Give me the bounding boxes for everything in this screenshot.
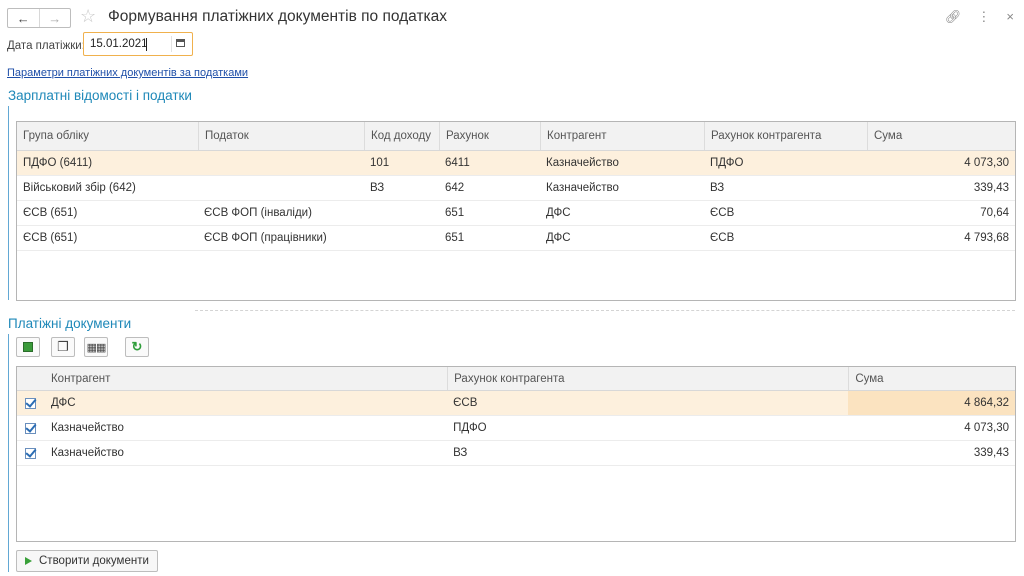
cell-cp-account: ВЗ xyxy=(453,447,468,459)
col-header-sum[interactable]: Сума xyxy=(848,367,1015,390)
col-header-cp-account[interactable]: Рахунок контрагента xyxy=(447,367,848,390)
cell-group: ЄСВ (651) xyxy=(23,207,78,219)
nav-buttons: ← → xyxy=(7,8,71,28)
params-link[interactable]: Параметри платіжних документів за податк… xyxy=(7,67,248,79)
cell-cp-account: ПДФО xyxy=(453,422,487,434)
cell-account: 651 xyxy=(445,232,465,244)
cell-counterparty: ДФС xyxy=(50,397,76,409)
col-header-tax[interactable]: Податок xyxy=(198,122,364,150)
col-header-counterparty[interactable]: Контрагент xyxy=(540,122,704,150)
divider xyxy=(195,310,1015,311)
row-checkbox[interactable] xyxy=(17,391,45,415)
payroll-table: Група обліку Податок Код доходу Рахунок … xyxy=(16,121,1016,301)
window-title: Формування платіжних документів по подат… xyxy=(108,8,448,25)
cell-counterparty: Казначейство xyxy=(546,157,619,169)
cell-account: 642 xyxy=(445,182,465,194)
cell-cp-account: ПДФО xyxy=(710,157,744,169)
cell-cp-account: ЄСВ xyxy=(710,232,735,244)
cell-tax: ЄСВ ФОП (інваліди) xyxy=(204,207,312,219)
table-row[interactable]: Казначейство ВЗ 339,43 xyxy=(17,441,1015,466)
play-icon xyxy=(25,557,32,565)
cell-code xyxy=(364,201,439,225)
payroll-section-title: Зарплатні відомості і податки xyxy=(8,88,192,103)
cell-cp-account: ВЗ xyxy=(710,182,725,194)
cell-account: 6411 xyxy=(445,157,470,169)
forward-arrow-icon[interactable]: → xyxy=(38,9,71,27)
payments-section-title: Платіжні документи xyxy=(8,316,132,331)
cell-tax xyxy=(198,176,364,200)
cell-account: 651 xyxy=(445,207,465,219)
cell-sum: 4 864,32 xyxy=(848,391,1015,415)
section-accent-bar xyxy=(8,334,9,572)
title-actions: 🔗︎ ⋮ × xyxy=(945,9,1014,25)
cell-cp-account: ЄСВ xyxy=(710,207,735,219)
back-arrow-icon[interactable]: ← xyxy=(8,9,39,27)
table-row[interactable]: ЄСВ (651) ЄСВ ФОП (працівники) 651 ДФС Є… xyxy=(17,226,1015,251)
cell-sum: 339,43 xyxy=(973,447,1009,459)
cell-tax: ЄСВ ФОП (працівники) xyxy=(204,232,327,244)
row-checkbox[interactable] xyxy=(17,416,45,440)
refresh-button[interactable]: ↻ xyxy=(125,337,149,357)
date-label: Дата платіжки: xyxy=(7,40,85,52)
toggle-icon: ▦▦ xyxy=(86,341,107,354)
check-all-icon xyxy=(23,342,33,352)
cell-code: ВЗ xyxy=(370,182,385,194)
col-header-cp-account[interactable]: Рахунок контрагента xyxy=(704,122,867,150)
date-value[interactable]: 15.01.2021 xyxy=(90,38,148,50)
table-row[interactable]: ДФС ЄСВ 4 864,32 xyxy=(17,391,1015,416)
more-icon[interactable]: ⋮ xyxy=(977,9,990,25)
cell-sum: 339,43 xyxy=(973,182,1009,194)
row-checkbox[interactable] xyxy=(17,441,45,465)
cell-sum: 4 073,30 xyxy=(964,157,1009,169)
create-documents-button[interactable]: Створити документи xyxy=(16,550,158,572)
col-header-group[interactable]: Група обліку xyxy=(17,122,198,150)
close-icon[interactable]: × xyxy=(1006,9,1014,25)
toggle-button[interactable]: ▦▦ xyxy=(84,337,108,357)
divider xyxy=(171,36,172,52)
refresh-icon: ↻ xyxy=(131,339,143,354)
cell-tax xyxy=(198,151,364,175)
calendar-icon[interactable] xyxy=(176,39,185,47)
create-documents-label: Створити документи xyxy=(39,555,149,567)
table-row[interactable]: Військовий збір (642) ВЗ 642 Казначейств… xyxy=(17,176,1015,201)
cell-code xyxy=(364,226,439,250)
text-caret xyxy=(146,38,147,51)
star-icon[interactable]: ☆ xyxy=(80,6,96,27)
check-all-button[interactable] xyxy=(16,337,40,357)
col-header-account[interactable]: Рахунок xyxy=(439,122,540,150)
cell-counterparty: ДФС xyxy=(546,207,571,219)
cell-counterparty: Казначейство xyxy=(50,447,124,459)
cell-sum: 4 073,30 xyxy=(964,422,1009,434)
copy-icon: ❐ xyxy=(57,339,69,354)
checkbox-checked-icon xyxy=(25,397,37,409)
cell-group: ЄСВ (651) xyxy=(23,232,78,244)
table-row[interactable]: ПДФО (6411) 101 6411 Казначейство ПДФО 4… xyxy=(17,151,1015,176)
cell-sum: 70,64 xyxy=(980,207,1009,219)
table-row[interactable]: Казначейство ПДФО 4 073,30 xyxy=(17,416,1015,441)
copy-button[interactable]: ❐ xyxy=(51,337,75,357)
cell-counterparty: Казначейство xyxy=(546,182,619,194)
date-input[interactable]: 15.01.2021 xyxy=(83,32,193,56)
cell-sum: 4 793,68 xyxy=(964,232,1009,244)
section-accent-bar xyxy=(8,106,9,300)
payments-table: Контрагент Рахунок контрагента Сума ДФС … xyxy=(16,366,1016,542)
checkbox-checked-icon xyxy=(25,422,37,434)
col-header-counterparty[interactable]: Контрагент xyxy=(45,367,447,390)
link-icon[interactable]: 🔗︎ xyxy=(945,9,962,25)
table-header: Контрагент Рахунок контрагента Сума xyxy=(17,367,1015,391)
cell-cp-account: ЄСВ xyxy=(453,397,478,409)
cell-group: Військовий збір (642) xyxy=(23,182,136,194)
cell-group: ПДФО (6411) xyxy=(23,157,93,169)
col-header-check xyxy=(17,367,45,390)
cell-counterparty: Казначейство xyxy=(50,422,124,434)
cell-code: 101 xyxy=(370,157,390,169)
table-row[interactable]: ЄСВ (651) ЄСВ ФОП (інваліди) 651 ДФС ЄСВ… xyxy=(17,201,1015,226)
col-header-code[interactable]: Код доходу xyxy=(364,122,439,150)
table-header: Група обліку Податок Код доходу Рахунок … xyxy=(17,122,1015,151)
col-header-sum[interactable]: Сума xyxy=(867,122,1015,150)
checkbox-checked-icon xyxy=(25,447,37,459)
cell-counterparty: ДФС xyxy=(546,232,571,244)
